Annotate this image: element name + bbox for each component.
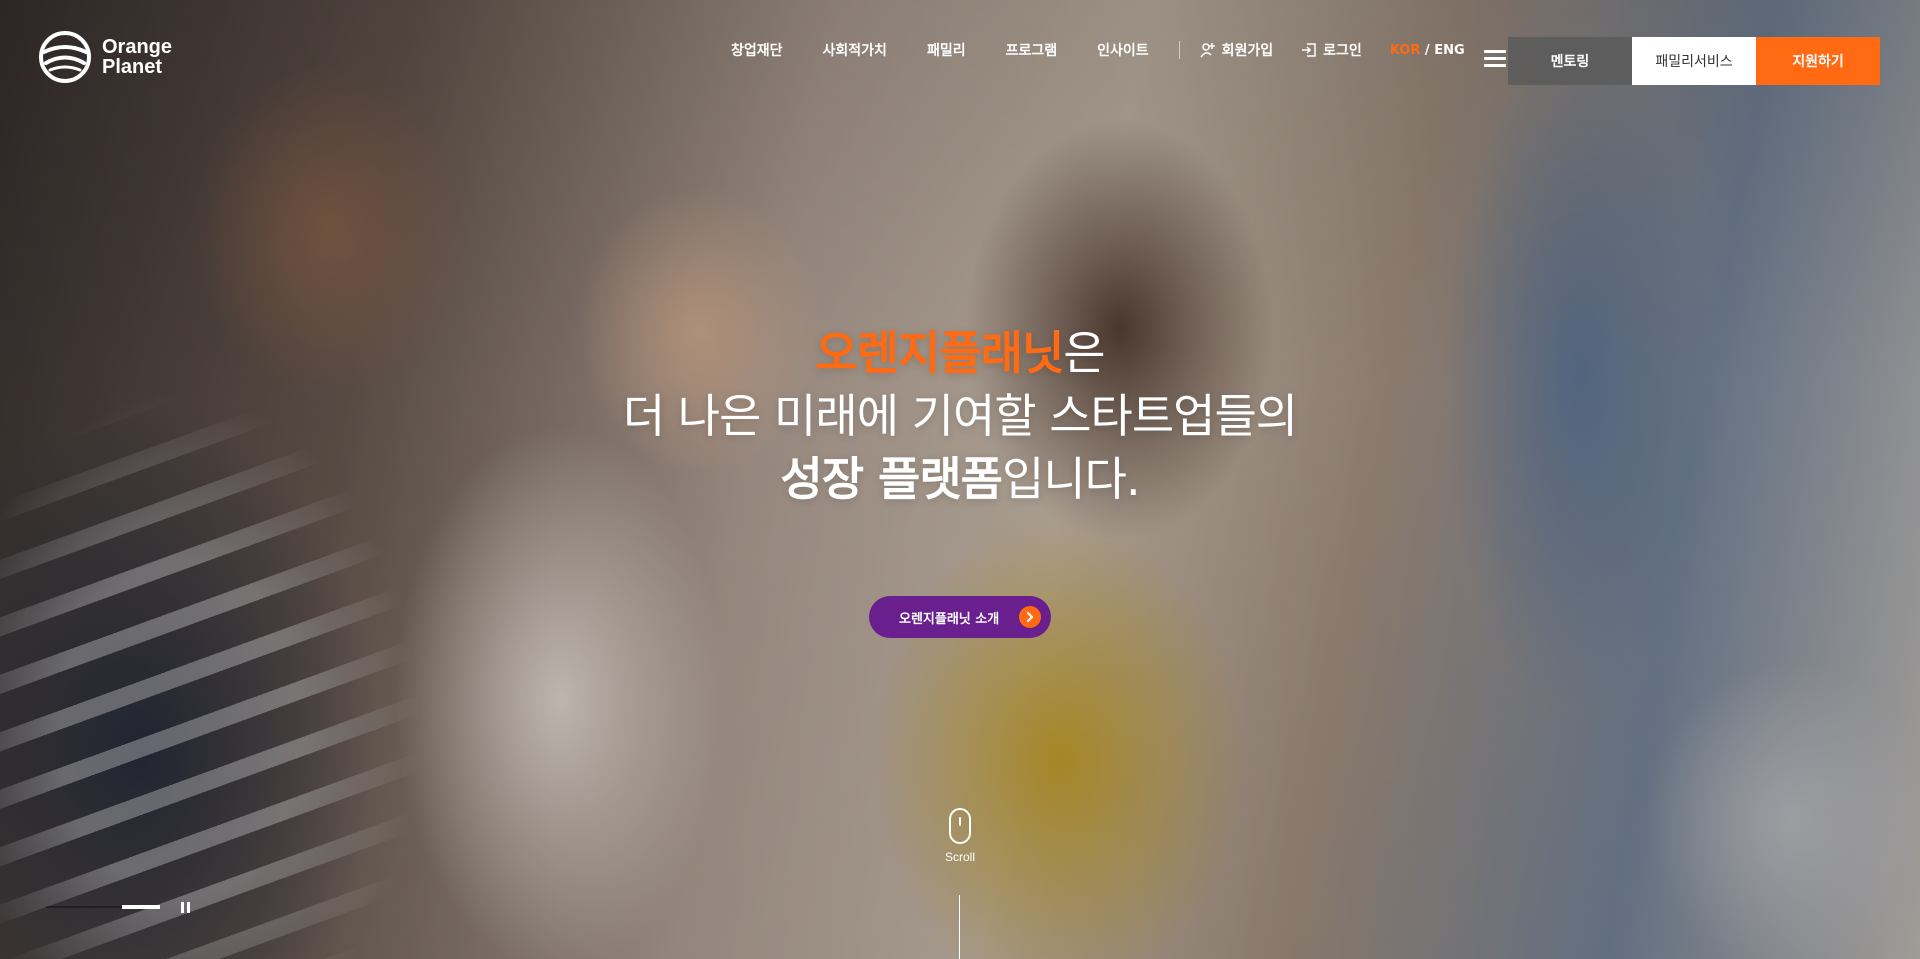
lang-eng[interactable]: ENG xyxy=(1434,43,1464,58)
login-icon xyxy=(1302,43,1316,57)
signup-label: 회원가입 xyxy=(1221,43,1274,59)
user-add-icon xyxy=(1200,43,1215,58)
headline-line2: 더 나은 미래에 기여할 스타트업들의 xyxy=(622,389,1298,443)
nav-item-insight[interactable]: 인사이트 xyxy=(1097,40,1149,60)
lang-separator: / xyxy=(1424,42,1430,58)
nav-item-social-value[interactable]: 사회적가치 xyxy=(823,40,887,60)
nav-divider xyxy=(1178,41,1180,59)
family-service-button[interactable]: 패밀리서비스 xyxy=(1632,37,1756,85)
hero-section: Orange Planet 창업재단 사회적가치 패밀리 프로그램 인사이트 회… xyxy=(0,0,1920,959)
logo-text: Orange Planet xyxy=(102,37,172,77)
headline-line3-bold: 성장 플랫폼 xyxy=(780,452,1003,506)
logo-text-line2: Planet xyxy=(102,56,163,78)
intro-cta-button[interactable]: 오렌지플래닛 소개 xyxy=(869,596,1051,638)
mouse-icon xyxy=(949,808,971,844)
slide-progress-bar[interactable] xyxy=(46,905,160,909)
slide-progress-fill xyxy=(122,905,160,909)
cta-label: 오렌지플래닛 소개 xyxy=(899,611,1000,627)
headline-line3-rest: 입니다. xyxy=(1002,452,1141,506)
headline-line1: 오렌지플래닛은 xyxy=(0,322,1920,385)
hero-headline: 오렌지플래닛은 더 나은 미래에 기여할 스타트업들의 성장 플랫폼입니다. xyxy=(0,322,1920,511)
nav-item-family[interactable]: 패밀리 xyxy=(927,40,966,60)
nav-item-program[interactable]: 프로그램 xyxy=(1006,40,1058,60)
scroll-label: Scroll xyxy=(944,850,975,864)
hamburger-menu-icon[interactable] xyxy=(1484,50,1506,68)
apply-button[interactable]: 지원하기 xyxy=(1756,37,1880,85)
logo[interactable]: Orange Planet xyxy=(38,30,172,84)
mentoring-button[interactable]: 멘토링 xyxy=(1508,37,1632,85)
lang-kor[interactable]: KOR xyxy=(1390,43,1421,58)
scroll-indicator[interactable]: Scroll xyxy=(935,808,985,864)
headline-brand: 오렌지플래닛 xyxy=(815,326,1064,380)
orange-planet-logo-icon xyxy=(39,31,91,83)
chevron-right-icon xyxy=(1019,606,1041,628)
language-switcher: KOR / ENG xyxy=(1390,43,1465,58)
pause-icon[interactable] xyxy=(181,902,191,914)
nav-item-foundation[interactable]: 창업재단 xyxy=(731,40,783,60)
login-label: 로그인 xyxy=(1323,43,1362,59)
signup-link[interactable]: 회원가입 xyxy=(1200,40,1274,60)
headline-brand-suffix: 은 xyxy=(1063,326,1105,380)
scroll-line xyxy=(959,895,960,959)
top-buttons: 멘토링 패밀리서비스 지원하기 xyxy=(1508,37,1880,85)
headline-line3: 성장 플랫폼입니다. xyxy=(0,448,1920,511)
logo-text-line1: Orange xyxy=(102,36,173,58)
main-nav: 창업재단 사회적가치 패밀리 프로그램 인사이트 회원가입 로그인 KOR / … xyxy=(731,40,1465,60)
login-link[interactable]: 로그인 xyxy=(1301,40,1362,60)
